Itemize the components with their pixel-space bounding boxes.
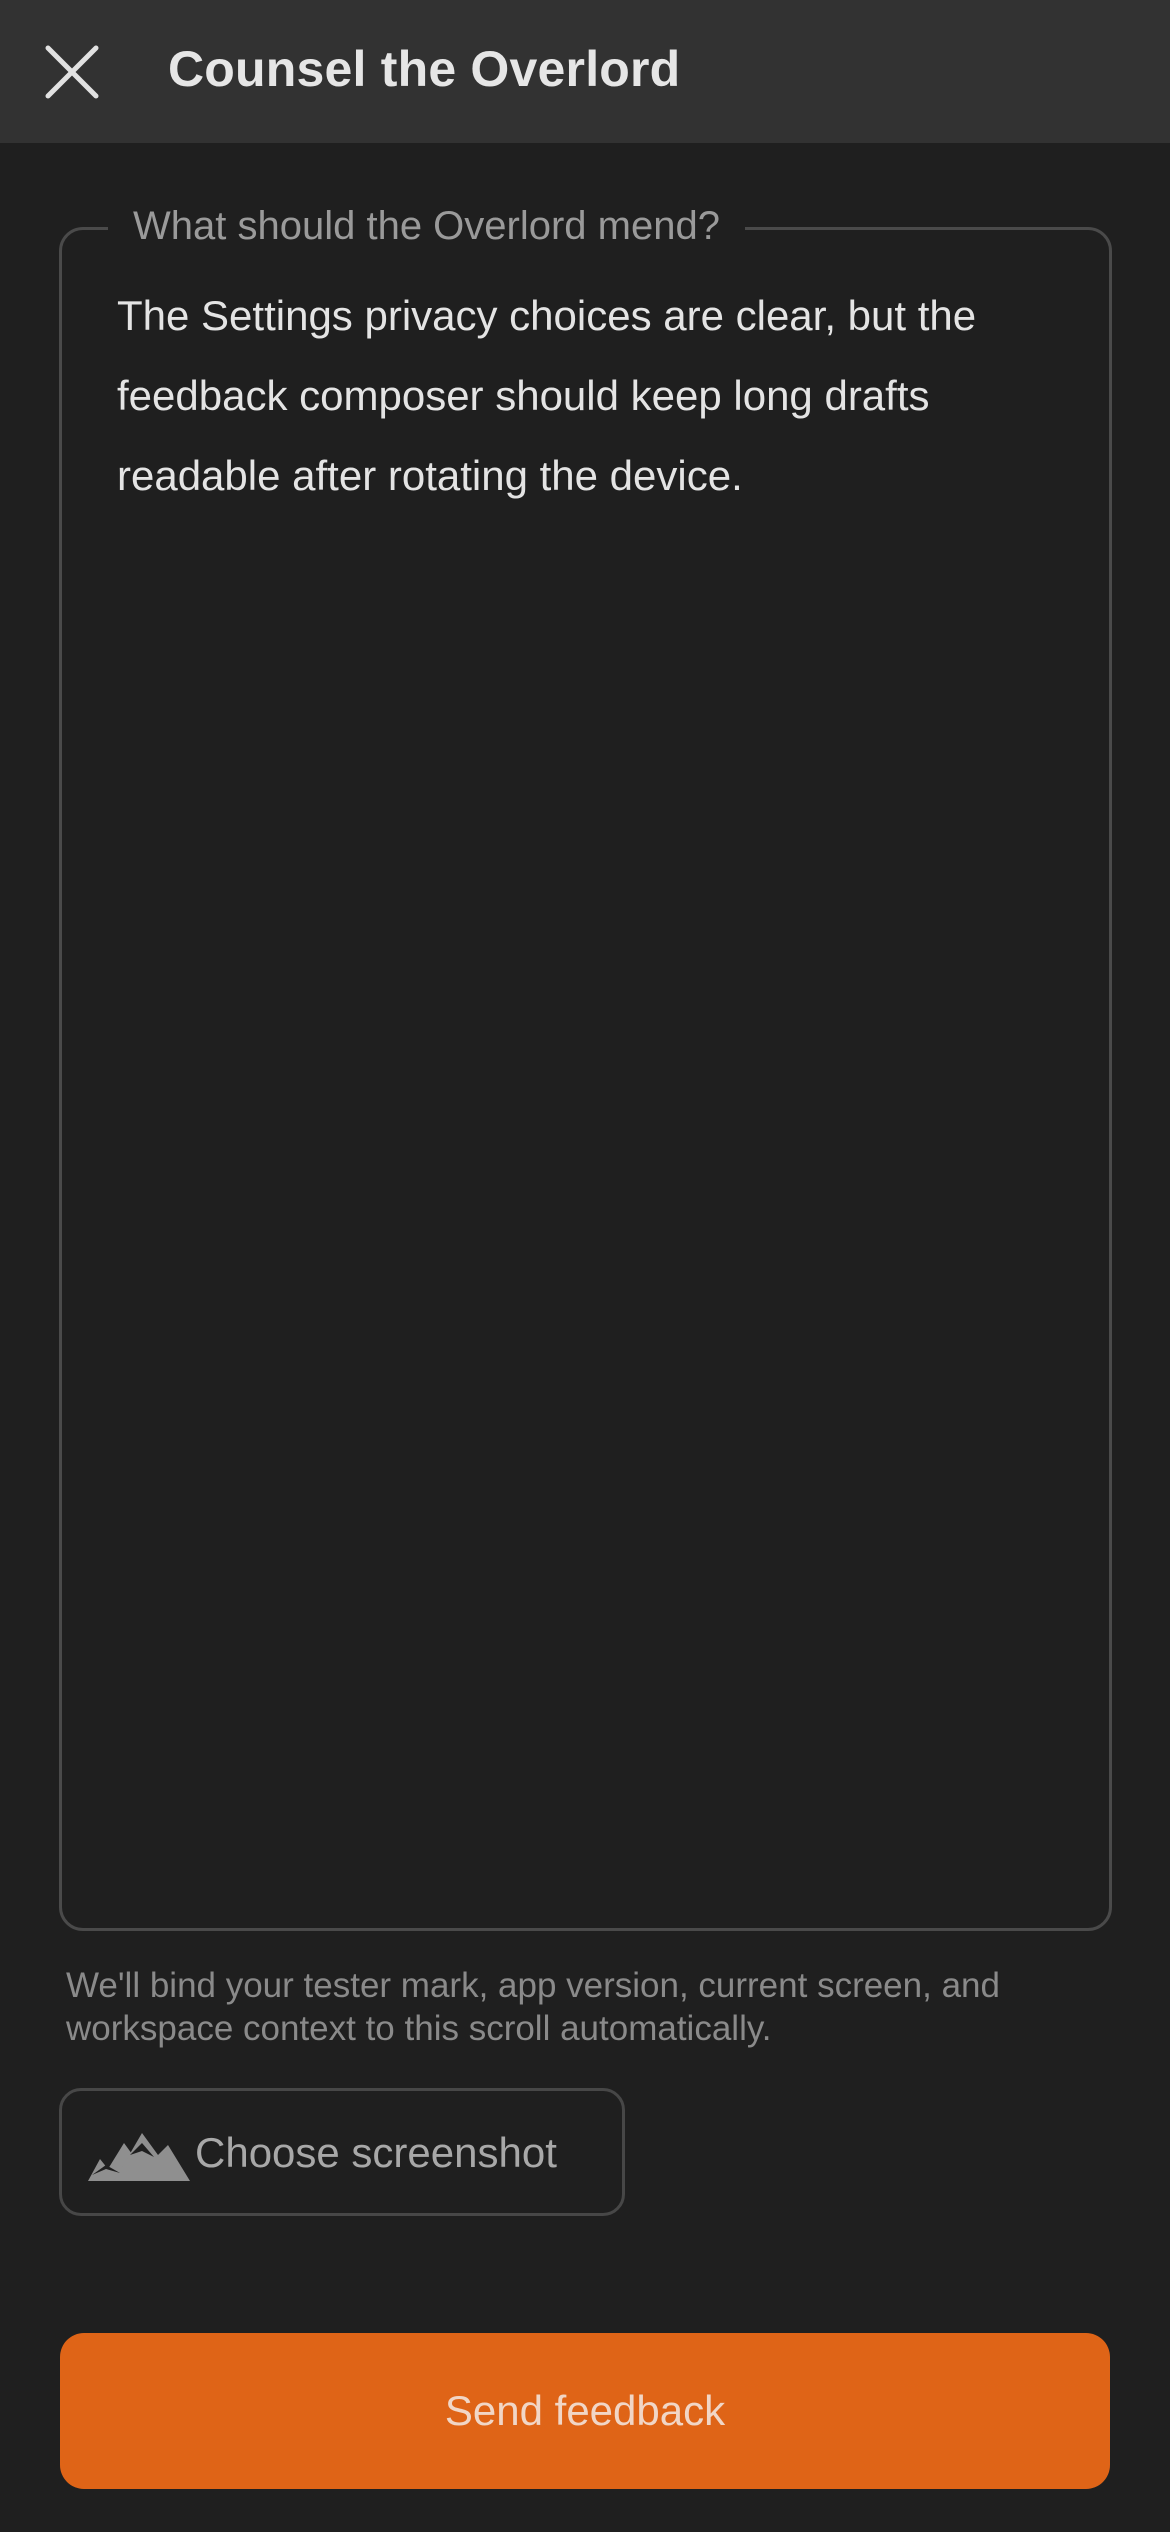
top-app-bar: Counsel the Overlord — [0, 0, 1170, 143]
image-icon — [88, 2133, 190, 2181]
choose-screenshot-label: Choose screenshot — [195, 2129, 557, 2176]
feedback-text-value[interactable]: The Settings privacy choices are clear, … — [117, 276, 1077, 516]
page-title: Counsel the Overlord — [168, 41, 681, 97]
close-icon — [45, 45, 99, 99]
feedback-field-label: What should the Overlord mend? — [108, 198, 745, 254]
choose-screenshot-button[interactable]: Choose screenshot — [59, 2088, 625, 2216]
close-button[interactable] — [36, 36, 108, 108]
send-feedback-button[interactable]: Send feedback — [60, 2333, 1110, 2489]
send-feedback-label: Send feedback — [444, 2387, 726, 2434]
feedback-screen: Counsel the Overlord What should the Ove… — [0, 0, 1170, 2532]
helper-text: We'll bind your tester mark, app version… — [66, 1966, 1000, 2048]
